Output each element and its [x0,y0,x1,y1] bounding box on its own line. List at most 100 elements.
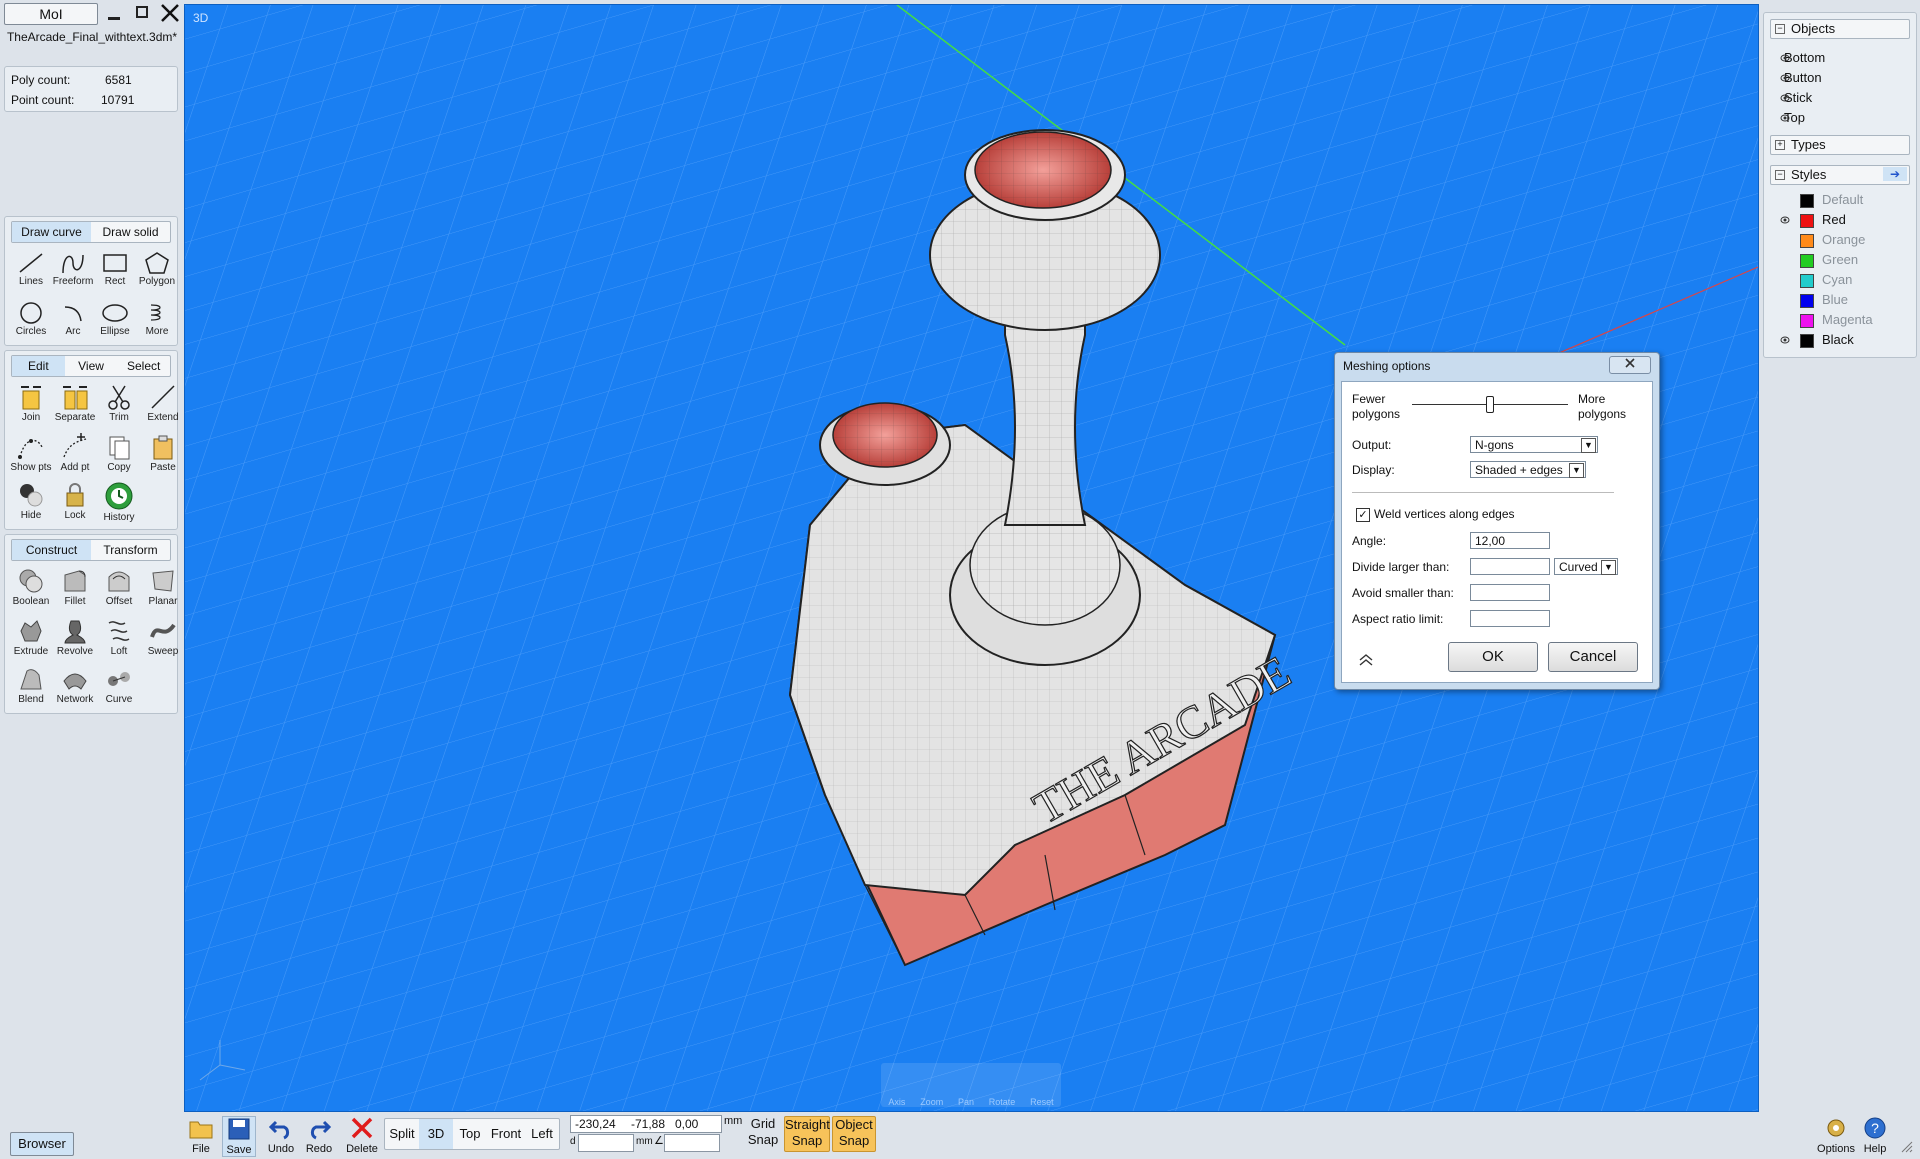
eye-icon[interactable] [1780,53,1790,63]
styles-header[interactable]: − Styles ➔ [1770,165,1910,185]
distance-input[interactable] [578,1134,634,1152]
eye-icon[interactable] [1780,93,1790,103]
blend-tool[interactable]: Blend [9,663,53,713]
style-item[interactable]: Black [1800,331,1854,349]
file-button[interactable]: File [186,1116,216,1155]
tab-transform[interactable]: Transform [91,540,170,560]
nav-zoom[interactable]: Zoom [920,1097,943,1107]
options-button[interactable]: Options [1816,1116,1856,1155]
style-item[interactable]: Blue [1800,291,1848,309]
eye-icon[interactable] [1780,215,1790,225]
straight-snap-toggle[interactable]: Straight Snap [784,1116,830,1152]
style-item[interactable]: Default [1800,191,1863,209]
tab-draw-solid[interactable]: Draw solid [91,222,170,242]
separate-tool[interactable]: Separate [53,381,97,431]
tab-edit[interactable]: Edit [12,356,65,376]
browser-button[interactable]: Browser [10,1132,74,1156]
paste-tool[interactable]: Paste [141,431,185,481]
tab-construct[interactable]: Construct [12,540,91,560]
eye-icon[interactable] [1780,113,1790,123]
extrude-tool[interactable]: Extrude [9,615,53,665]
circles-tool[interactable]: Circles [9,299,53,349]
angle-input[interactable]: 12,00 [1470,532,1550,549]
divide-input[interactable] [1470,558,1550,575]
view-top[interactable]: Top [453,1119,487,1149]
offset-tool[interactable]: Offset [97,565,141,615]
styles-title: Styles [1791,167,1827,182]
resize-grip-icon[interactable] [1900,1140,1914,1154]
angle-readout-input[interactable] [664,1134,720,1152]
nav-axis[interactable]: Axis [888,1097,905,1107]
fillet-tool[interactable]: Fillet [53,565,97,615]
avoid-input[interactable] [1470,584,1550,601]
ok-button[interactable]: OK [1448,642,1538,672]
delete-button[interactable]: Delete [344,1116,380,1155]
object-snap-toggle[interactable]: Object Snap [832,1116,876,1152]
tab-view[interactable]: View [65,356,118,376]
redo-button[interactable]: Redo [302,1116,336,1155]
display-select[interactable]: Shaded + edges ▼ [1470,461,1586,478]
object-bottom[interactable]: Bottom [1784,49,1825,67]
polygon-tool[interactable]: Polygon [135,249,179,299]
tab-draw-curve[interactable]: Draw curve [12,222,91,242]
copy-tool[interactable]: Copy [97,431,141,481]
divide-mode-select[interactable]: Curved ▼ [1554,558,1618,575]
freeform-tool[interactable]: Freeform [51,249,95,299]
weld-checkbox[interactable]: ✓ [1356,508,1370,522]
lock-tool[interactable]: Lock [53,479,97,529]
style-item[interactable]: Red [1800,211,1846,229]
lines-tool[interactable]: Lines [9,249,53,299]
style-item[interactable]: Cyan [1800,271,1852,289]
dialog-divider [1352,492,1614,493]
boolean-tool[interactable]: Boolean [9,565,53,615]
style-item[interactable]: Orange [1800,231,1865,249]
close-icon[interactable] [160,3,180,23]
collapse-chevron-icon[interactable] [1358,652,1374,668]
history-tool[interactable]: History [97,479,141,529]
show-pts-tool[interactable]: Show pts [9,431,53,481]
curve-tool[interactable]: Curve [97,663,141,713]
cancel-button[interactable]: Cancel [1548,642,1638,672]
minimize-icon[interactable] [108,17,120,20]
view-front[interactable]: Front [487,1119,525,1149]
network-tool[interactable]: Network [53,663,97,713]
restore-icon[interactable] [136,6,148,18]
planar-tool[interactable]: Planar [141,565,185,615]
revolve-tool[interactable]: Revolve [53,615,97,665]
coord-x-input[interactable]: -230,24 -71,88 0,00 [570,1115,722,1133]
objects-header[interactable]: − Objects [1770,19,1910,39]
eye-icon[interactable] [1780,73,1790,83]
loft-tool[interactable]: Loft [97,615,141,665]
nav-pan[interactable]: Pan [958,1097,974,1107]
add-pt-tool[interactable]: Add pt [53,431,97,481]
types-header[interactable]: + Types [1770,135,1910,155]
output-select[interactable]: N-gons ▼ [1470,436,1598,453]
arc-tool[interactable]: Arc [51,299,95,349]
nav-reset[interactable]: Reset [1030,1097,1054,1107]
style-item[interactable]: Green [1800,251,1858,269]
tab-select[interactable]: Select [117,356,170,376]
sweep-tool[interactable]: Sweep [141,615,185,665]
density-slider-thumb[interactable] [1486,396,1494,413]
hide-tool[interactable]: Hide [9,479,53,529]
nav-rotate[interactable]: Rotate [989,1097,1016,1107]
ellipse-tool[interactable]: Ellipse [93,299,137,349]
style-item[interactable]: Magenta [1800,311,1873,329]
trim-tool[interactable]: Trim [97,381,141,431]
moi-menu-button[interactable]: MoI [4,3,98,25]
aspect-input[interactable] [1470,610,1550,627]
rect-tool[interactable]: Rect [93,249,137,299]
dialog-close-button[interactable] [1609,356,1651,374]
join-tool[interactable]: Join [9,381,53,431]
grid-snap-toggle[interactable]: Grid Snap [744,1116,782,1150]
undo-button[interactable]: Undo [264,1116,298,1155]
more-tool[interactable]: More [135,299,179,349]
view-split[interactable]: Split [385,1119,419,1149]
view-3d[interactable]: 3D [419,1119,453,1149]
extend-tool[interactable]: Extend [141,381,185,431]
arrow-right-icon[interactable]: ➔ [1883,167,1907,181]
eye-icon[interactable] [1780,335,1790,345]
view-left[interactable]: Left [525,1119,559,1149]
help-button[interactable]: ? Help [1860,1116,1890,1155]
save-button[interactable]: Save [222,1116,256,1157]
